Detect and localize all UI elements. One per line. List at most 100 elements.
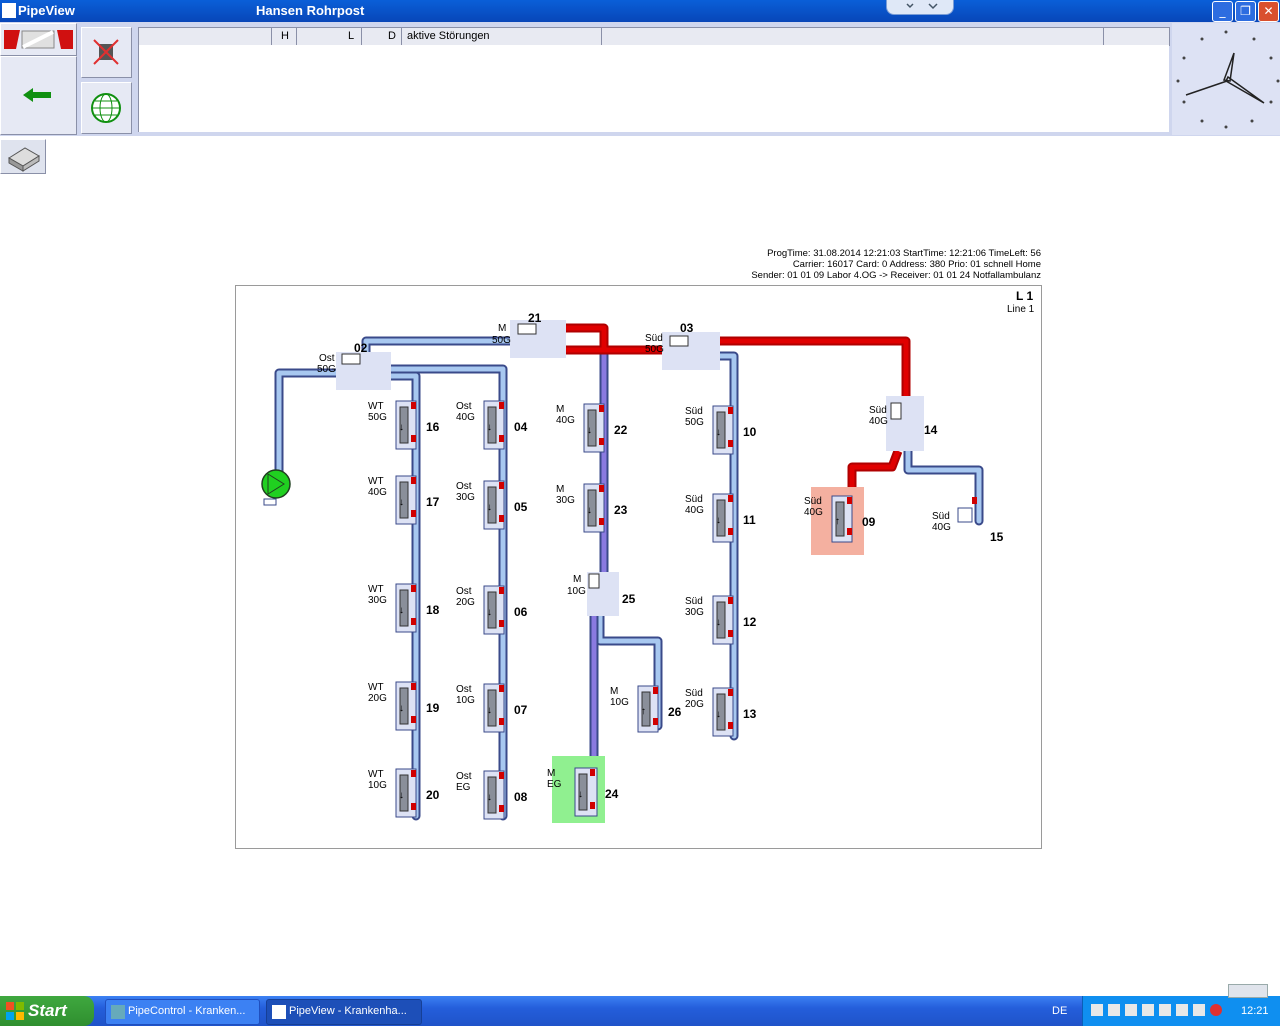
svg-text:M: M bbox=[498, 323, 506, 334]
station-number: 12 bbox=[743, 615, 757, 629]
station-floor: 50G bbox=[368, 412, 387, 423]
chevron-down-icon bbox=[906, 3, 938, 10]
red-lamp-icon bbox=[4, 30, 73, 49]
arrow-icon: ↓ bbox=[399, 703, 404, 714]
station-26[interactable]: ↑ M10G 26 bbox=[610, 685, 682, 733]
station-label: M bbox=[556, 484, 564, 495]
station-label: Ost bbox=[456, 586, 472, 597]
diverter-21[interactable]: 21 M50G bbox=[492, 311, 566, 358]
station-06[interactable]: ↓ Ost20G 06 bbox=[456, 585, 528, 635]
fault-list-header: H L D aktive Störungen bbox=[138, 27, 1170, 46]
app-icon bbox=[111, 1005, 125, 1019]
station-number: 11 bbox=[743, 513, 756, 527]
station-floor: 30G bbox=[556, 495, 575, 506]
station-number: 04 bbox=[514, 420, 528, 434]
station-04[interactable]: ↓ Ost40G 04 bbox=[456, 400, 528, 450]
title-dropdown-tab[interactable] bbox=[886, 0, 954, 15]
arrow-icon: ↓ bbox=[578, 789, 583, 800]
arrow-icon: ↓ bbox=[587, 425, 592, 436]
analog-clock bbox=[1172, 23, 1280, 135]
station-floor: 40G bbox=[932, 522, 951, 533]
blower-icon[interactable] bbox=[261, 469, 291, 506]
station-11[interactable]: ↓ Süd40G 11 bbox=[685, 493, 756, 543]
start-button[interactable]: Start bbox=[0, 996, 94, 1026]
column-l[interactable]: L bbox=[348, 30, 354, 42]
diverter-14[interactable]: 14 Süd40G bbox=[869, 396, 938, 451]
diverter-03[interactable]: 03 Süd50G bbox=[645, 321, 720, 370]
station-floor: 40G bbox=[456, 412, 475, 423]
diverter-02[interactable]: 02 Ost50G bbox=[317, 341, 391, 390]
show-panel-button[interactable] bbox=[1228, 984, 1268, 998]
station-floor: 20G bbox=[368, 693, 387, 704]
station-floor: 30G bbox=[368, 595, 387, 606]
arrow-icon: ↓ bbox=[487, 792, 492, 803]
taskbar-item-pipecontrol[interactable]: PipeControl - Kranken... bbox=[105, 999, 260, 1025]
column-h[interactable]: H bbox=[281, 30, 289, 42]
column-d[interactable]: D bbox=[388, 30, 396, 42]
station-number: 19 bbox=[426, 701, 440, 715]
diverter-25[interactable]: 25 M10G bbox=[567, 572, 636, 616]
station-number: 09 bbox=[862, 515, 876, 529]
station-19[interactable]: ↓ WT20G 19 bbox=[368, 681, 440, 731]
station-floor: 20G bbox=[456, 597, 475, 608]
station-15[interactable]: Süd40G 15 bbox=[932, 497, 1004, 544]
station-floor: EG bbox=[547, 779, 562, 790]
close-button[interactable]: ✕ bbox=[1258, 1, 1279, 22]
station-17[interactable]: ↓ WT40G 17 bbox=[368, 475, 440, 525]
svg-text:50G: 50G bbox=[317, 364, 336, 375]
svg-text:Süd: Süd bbox=[645, 333, 663, 344]
disabled-station-button[interactable] bbox=[81, 27, 132, 78]
back-button[interactable] bbox=[0, 56, 77, 135]
maximize-button[interactable]: ❐ bbox=[1235, 1, 1256, 22]
arrow-icon: ↓ bbox=[399, 605, 404, 616]
taskbar-item-pipeview[interactable]: PipeView - Krankenha... bbox=[266, 999, 422, 1025]
station-label: WT bbox=[368, 682, 384, 693]
station-number: 26 bbox=[668, 705, 682, 719]
station-12[interactable]: ↓ Süd30G 12 bbox=[685, 595, 757, 645]
station-23[interactable]: ↓ M30G 23 bbox=[556, 483, 628, 533]
column-status[interactable]: aktive Störungen bbox=[407, 30, 490, 42]
alarm-lamp-button[interactable] bbox=[0, 23, 77, 56]
station-20[interactable]: ↓ WT10G 20 bbox=[368, 768, 440, 818]
arrow-left-icon bbox=[23, 88, 51, 102]
svg-text:10G: 10G bbox=[567, 586, 586, 597]
station-07[interactable]: ↓ Ost10G 07 bbox=[456, 683, 528, 733]
station-floor: EG bbox=[456, 782, 471, 793]
system-tray: 12:21 bbox=[1082, 996, 1280, 1026]
svg-text:Ost: Ost bbox=[319, 353, 335, 364]
arrow-icon: ↓ bbox=[716, 515, 721, 526]
station-floor: 30G bbox=[456, 492, 475, 503]
station-number: 10 bbox=[743, 425, 757, 439]
print-button[interactable] bbox=[0, 139, 46, 174]
svg-text:02: 02 bbox=[354, 341, 368, 355]
arrow-icon: ↓ bbox=[487, 607, 492, 618]
station-label: WT bbox=[368, 769, 384, 780]
station-08[interactable]: ↓ OstEG 08 bbox=[456, 770, 528, 820]
station-label: WT bbox=[368, 476, 384, 487]
language-indicator[interactable]: DE bbox=[1052, 1005, 1067, 1017]
arrow-icon: ↓ bbox=[399, 790, 404, 801]
svg-text:25: 25 bbox=[622, 592, 636, 606]
svg-text:50G: 50G bbox=[492, 335, 511, 346]
tray-icons[interactable] bbox=[1083, 996, 1233, 1026]
station-floor: 10G bbox=[610, 697, 629, 708]
station-18[interactable]: ↓ WT30G 18 bbox=[368, 583, 440, 633]
svg-text:21: 21 bbox=[528, 311, 542, 325]
station-13[interactable]: ↓ Süd20G 13 bbox=[685, 687, 757, 737]
station-10[interactable]: ↓ Süd50G 10 bbox=[685, 405, 757, 455]
station-05[interactable]: ↓ Ost30G 05 bbox=[456, 480, 528, 530]
pipe-network: 02Ost50G 21M50G 03Süd50G 14Süd40G 25M10G… bbox=[261, 289, 1035, 823]
station-16[interactable]: ↓ WT50G 16 bbox=[368, 400, 440, 450]
station-label: Süd bbox=[685, 406, 703, 417]
station-label: Süd bbox=[685, 688, 703, 699]
minimize-button[interactable]: _ bbox=[1212, 1, 1233, 22]
station-22[interactable]: ↓ M40G 22 bbox=[556, 403, 628, 453]
station-label: Ost bbox=[456, 684, 472, 695]
station-label: Ost bbox=[456, 481, 472, 492]
arrow-icon: ↓ bbox=[587, 505, 592, 516]
fault-list[interactable] bbox=[138, 45, 1169, 132]
globe-button[interactable] bbox=[81, 82, 132, 134]
station-floor: 10G bbox=[368, 780, 387, 791]
prog-time-info: ProgTime: 31.08.2014 12:21:03 StartTime:… bbox=[767, 248, 1041, 259]
station-number: 24 bbox=[605, 787, 619, 801]
